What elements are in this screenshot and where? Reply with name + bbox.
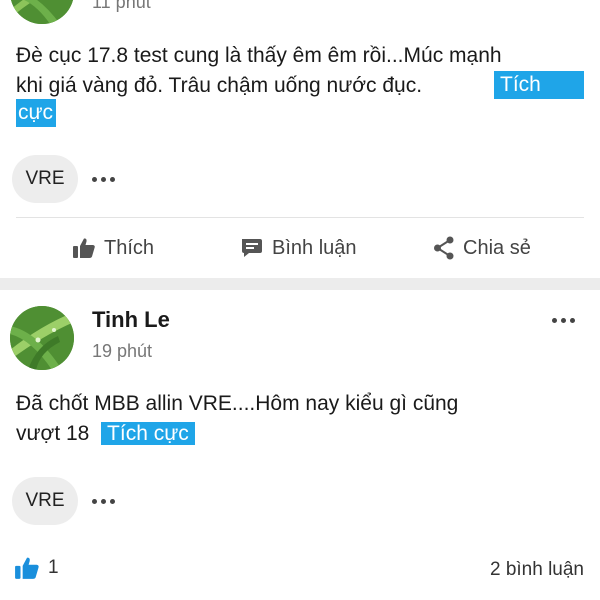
comment-count[interactable]: 2 bình luận bbox=[490, 556, 584, 584]
ticker-chip[interactable]: VRE bbox=[12, 477, 78, 525]
ticker-row: VRE bbox=[12, 477, 115, 525]
post-body-line-with-tag: vượt 18 Tích cực bbox=[16, 419, 576, 449]
post-card: Tinh Le 19 phút Đã chốt MBB allin VRE...… bbox=[0, 0, 600, 600]
author-name[interactable]: Tinh Le bbox=[92, 307, 170, 333]
like-count-button[interactable]: 1 bbox=[14, 556, 59, 580]
post-body-line: Đã chốt MBB allin VRE....Hôm nay kiểu gì… bbox=[16, 392, 459, 415]
post-body-line: vượt 18 bbox=[16, 422, 90, 445]
more-dots-icon[interactable] bbox=[552, 318, 575, 323]
sentiment-tag[interactable]: Tích cực bbox=[101, 422, 195, 445]
post-body: Đã chốt MBB allin VRE....Hôm nay kiểu gì… bbox=[16, 389, 576, 449]
author-avatar[interactable] bbox=[10, 306, 74, 370]
thumbs-up-icon bbox=[15, 557, 39, 579]
post-stats: 1 2 bình luận bbox=[0, 552, 600, 588]
like-count: 1 bbox=[48, 557, 59, 578]
more-dots-icon[interactable] bbox=[92, 491, 115, 511]
feed: 11 phút Đè cục 17.8 test cung là thấy êm… bbox=[0, 0, 600, 600]
post-time: 19 phút bbox=[92, 341, 153, 361]
grass-photo-icon bbox=[10, 306, 74, 370]
